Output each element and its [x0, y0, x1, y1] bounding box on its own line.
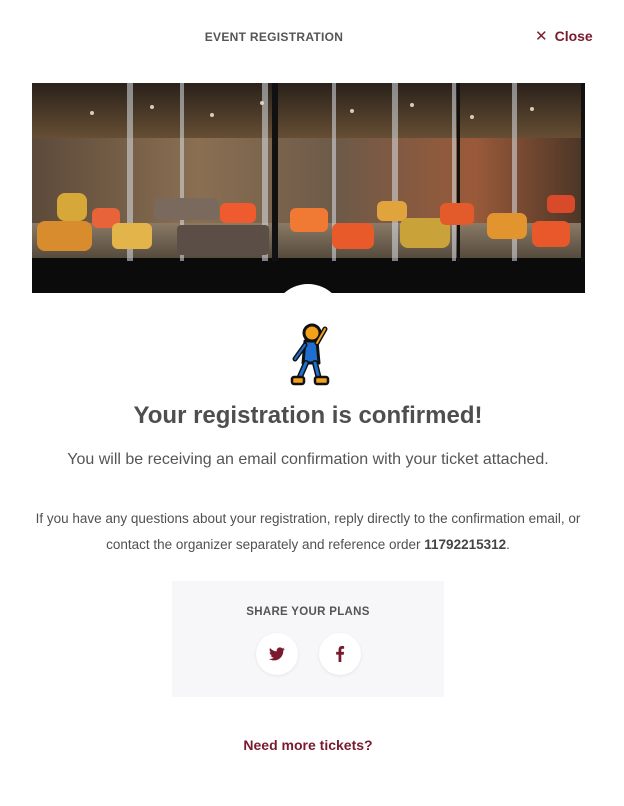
close-label: Close — [554, 28, 593, 44]
facebook-share-button[interactable] — [319, 633, 361, 675]
confirmation-title: Your registration is confirmed! — [133, 402, 483, 429]
need-more-tickets-link[interactable]: Need more tickets? — [0, 737, 616, 753]
confirmation-subtitle: You will be receiving an email confirmat… — [67, 451, 549, 468]
facebook-icon — [336, 646, 345, 662]
info-line-2-prefix: contact the organizer separately and ref… — [106, 537, 425, 552]
order-number: 11792215312 — [424, 537, 507, 552]
hero-image — [32, 83, 585, 293]
close-icon: ✕ — [535, 27, 548, 45]
info-line-2-suffix: . — [506, 537, 510, 552]
walking-person-icon — [287, 323, 331, 387]
twitter-icon — [269, 647, 285, 661]
twitter-share-button[interactable] — [256, 633, 298, 675]
close-button[interactable]: ✕ Close — [535, 28, 593, 44]
page-title: EVENT REGISTRATION — [204, 30, 344, 44]
info-line-2: contact the organizer separately and ref… — [30, 532, 586, 558]
confirmation-info: If you have any questions about your reg… — [30, 506, 586, 558]
info-line-1: If you have any questions about your reg… — [35, 511, 581, 526]
share-panel: SHARE YOUR PLANS — [172, 581, 444, 697]
share-title: SHARE YOUR PLANS — [246, 606, 370, 618]
